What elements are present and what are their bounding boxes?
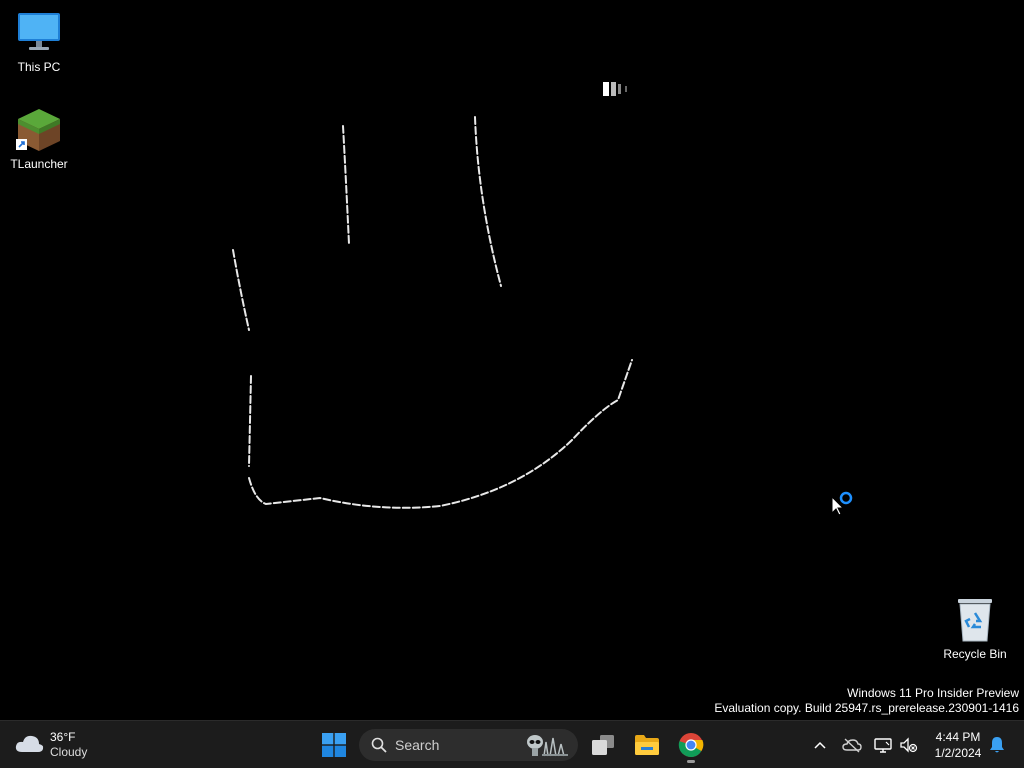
bell-icon: [990, 737, 1004, 753]
taskbar: 36°F Cloudy Search 4:44 PM 1/2/2024: [0, 720, 1024, 768]
busy-cursor-icon: [831, 491, 853, 516]
chrome-icon: [678, 733, 704, 758]
watermark-line1: Windows 11 Pro Insider Preview: [847, 686, 1019, 700]
notifications-button[interactable]: [986, 725, 1008, 765]
onedrive-offline-icon: [842, 738, 862, 753]
clock-date: 1/2/2024: [934, 746, 982, 760]
show-hidden-icons-button[interactable]: [808, 725, 832, 765]
task-view-button[interactable]: [583, 725, 623, 765]
search-icon: [371, 737, 387, 753]
volume-button[interactable]: [898, 725, 920, 765]
glitch-artifact: [603, 82, 627, 96]
cloud-icon: [14, 732, 44, 759]
desktop[interactable]: This PC TLauncher Recycle Bin Windows 11…: [0, 0, 1024, 720]
folder-icon: [635, 735, 659, 755]
weather-temp: 36°F: [50, 730, 76, 744]
network-icon: [874, 738, 892, 753]
search-box[interactable]: Search: [359, 729, 578, 761]
chevron-up-icon: [814, 741, 826, 749]
system-clock[interactable]: 4:44 PM 1/2/2024: [926, 729, 990, 761]
volume-muted-icon: [900, 737, 918, 753]
windows-logo-icon: [322, 733, 346, 757]
file-explorer-button[interactable]: [627, 725, 667, 765]
windows-watermark: Windows 11 Pro Insider Preview Evaluatio…: [714, 686, 1019, 716]
clock-time: 4:44 PM: [935, 730, 981, 744]
network-button[interactable]: [872, 725, 894, 765]
search-placeholder: Search: [395, 737, 440, 753]
task-view-icon: [592, 735, 614, 755]
weather-condition: Cloudy: [50, 745, 88, 759]
chrome-running-indicator: [687, 760, 695, 763]
weather-widget[interactable]: 36°F Cloudy: [14, 727, 87, 763]
chrome-button[interactable]: [671, 725, 711, 765]
desktop-drawing: [232, 82, 633, 509]
start-button[interactable]: [314, 725, 354, 765]
onedrive-button[interactable]: [840, 725, 864, 765]
search-highlight-icon[interactable]: [524, 732, 570, 763]
watermark-line2: Evaluation copy. Build 25947.rs_prerelea…: [714, 701, 1019, 715]
